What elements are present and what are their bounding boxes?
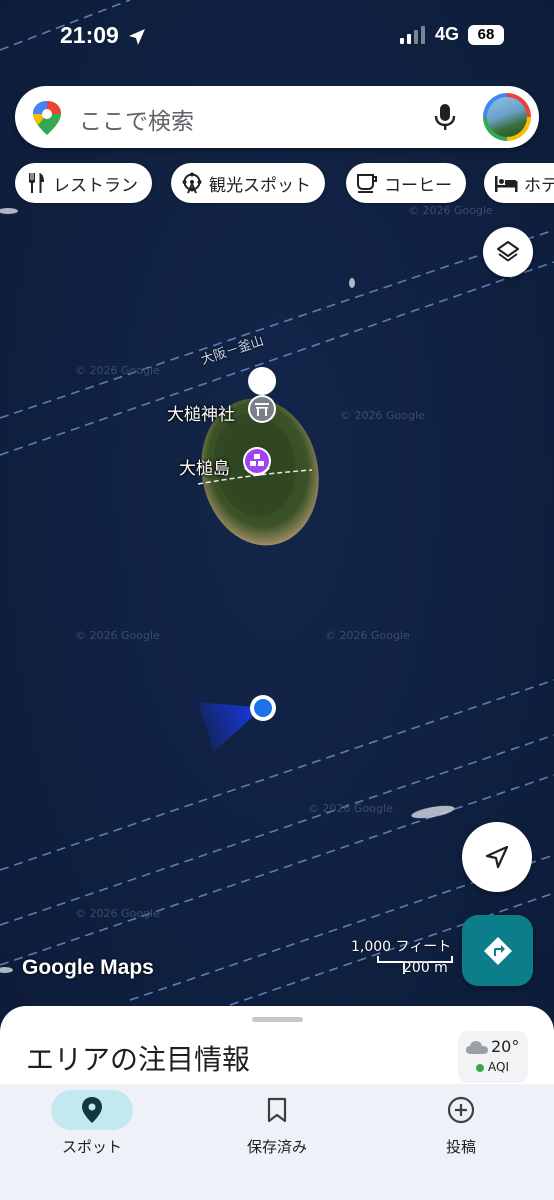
my-location-button[interactable] bbox=[462, 822, 532, 892]
bookmark-icon bbox=[267, 1097, 287, 1123]
place-label-shrine[interactable]: 大槌神社 bbox=[167, 400, 235, 425]
chip-hotel[interactable]: ホテ bbox=[484, 163, 554, 203]
signal-icon bbox=[399, 25, 425, 44]
add-circle-icon bbox=[447, 1096, 475, 1124]
navigation-arrow-icon bbox=[485, 845, 509, 869]
ferris-wheel-icon bbox=[182, 172, 202, 194]
nav-tab-saved-icon-wrap bbox=[236, 1090, 318, 1130]
category-chips: レストラン 観光スポット コーヒー ホテ bbox=[15, 163, 554, 205]
cloud-icon bbox=[466, 1041, 488, 1054]
chip-coffee[interactable]: コーヒー bbox=[346, 163, 466, 203]
bottom-navigation: スポット 保存済み 投稿 bbox=[0, 1084, 554, 1200]
svg-text:© 2026 Google: © 2026 Google bbox=[75, 907, 160, 920]
scale-feet: 1,000 フィート bbox=[351, 939, 452, 955]
search-bar[interactable]: ここで検索 bbox=[15, 86, 539, 148]
svg-text:© 2026 Google: © 2026 Google bbox=[75, 629, 160, 642]
weather-temp: 20° bbox=[491, 1037, 520, 1056]
chip-restaurant[interactable]: レストラン bbox=[15, 163, 152, 203]
sheet-title: エリアの注目情報 bbox=[26, 1043, 251, 1076]
nav-tab-post-label: 投稿 bbox=[445, 1138, 476, 1156]
location-pin-icon bbox=[82, 1097, 102, 1123]
location-arrow-icon bbox=[129, 29, 145, 45]
mic-icon[interactable] bbox=[434, 103, 456, 131]
svg-text:© 2026 Google: © 2026 Google bbox=[308, 802, 393, 815]
nav-tab-saved[interactable]: 保存済み bbox=[207, 1084, 347, 1200]
svg-text:© 2026 Google: © 2026 Google bbox=[340, 409, 425, 422]
network-type: 4G bbox=[434, 24, 459, 44]
sheet-drag-handle[interactable] bbox=[252, 1017, 303, 1022]
google-maps-logo: Google Maps bbox=[22, 956, 154, 979]
avatar[interactable] bbox=[483, 93, 531, 141]
nav-tab-spots[interactable]: スポット bbox=[22, 1084, 162, 1200]
battery-indicator: 68 bbox=[468, 24, 504, 45]
aqi-status-dot bbox=[476, 1064, 484, 1072]
chip-sightseeing[interactable]: 観光スポット bbox=[171, 163, 325, 203]
scale-meters: 200 m bbox=[403, 960, 448, 976]
nav-tab-post[interactable]: 投稿 bbox=[391, 1084, 531, 1200]
coffee-cup-icon bbox=[357, 174, 377, 193]
fork-knife-icon bbox=[29, 173, 44, 193]
svg-text:© 2026 Google: © 2026 Google bbox=[325, 629, 410, 642]
nav-tab-saved-label: 保存済み bbox=[246, 1138, 307, 1156]
directions-icon bbox=[483, 936, 512, 965]
status-time: 21:09 bbox=[60, 22, 119, 48]
aqi-label: AQI bbox=[488, 1060, 509, 1074]
svg-text:© 2026 Google: © 2026 Google bbox=[75, 364, 160, 377]
google-maps-pin-icon bbox=[33, 101, 61, 135]
place-label-island[interactable]: 大槌島 bbox=[179, 454, 230, 479]
status-bar: 21:09 4G 68 bbox=[0, 0, 554, 75]
nav-tab-spots-active-indicator bbox=[51, 1090, 133, 1130]
directions-button[interactable] bbox=[462, 915, 533, 986]
search-input[interactable]: ここで検索 bbox=[79, 102, 194, 136]
weather-chip[interactable]: 20° AQI bbox=[458, 1031, 528, 1083]
nav-tab-post-icon-wrap bbox=[420, 1090, 502, 1130]
nav-tab-spots-label: スポット bbox=[61, 1138, 122, 1156]
layers-button[interactable] bbox=[483, 227, 533, 277]
explore-sheet[interactable]: エリアの注目情報 20° AQI bbox=[0, 1006, 554, 1096]
bed-icon bbox=[495, 176, 518, 192]
layers-icon bbox=[497, 241, 519, 262]
svg-text:© 2026 Google: © 2026 Google bbox=[408, 204, 493, 217]
